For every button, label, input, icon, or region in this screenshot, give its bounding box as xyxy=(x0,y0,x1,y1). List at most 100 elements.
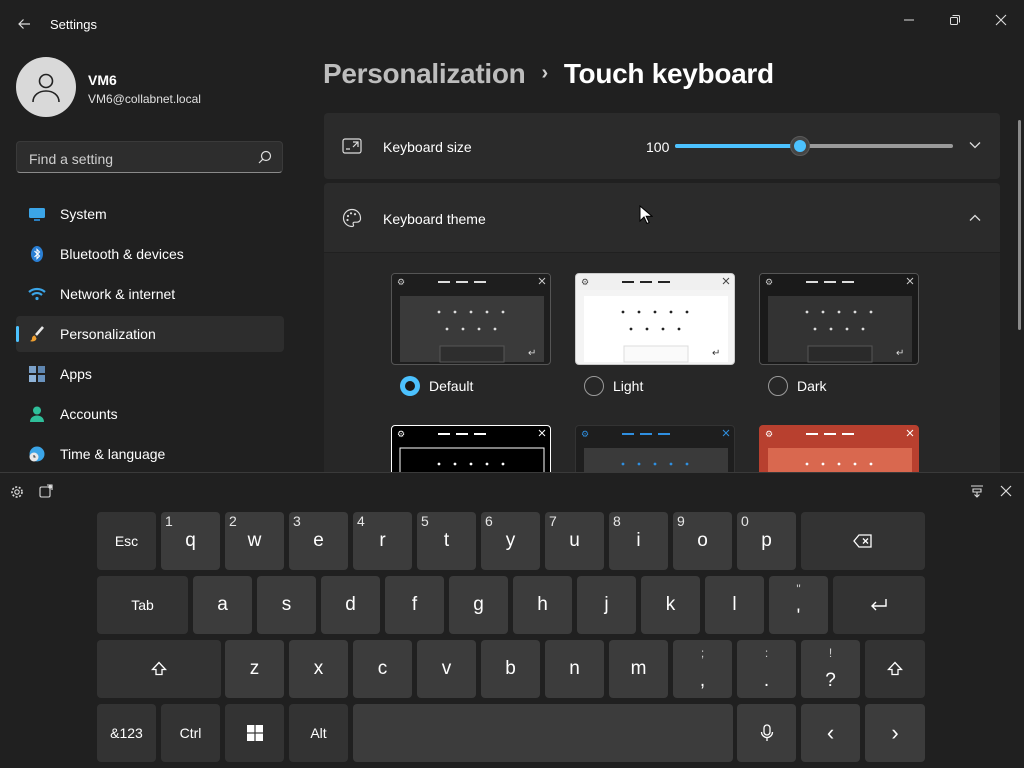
key-j[interactable]: j xyxy=(577,576,636,634)
key-left-arrow[interactable]: ‹ xyxy=(801,704,860,762)
sidebar-item-label: Bluetooth & devices xyxy=(60,246,184,262)
key-letter: b xyxy=(505,658,516,679)
radio-button[interactable] xyxy=(768,376,788,396)
close-icon xyxy=(995,14,1007,26)
theme-thumbnail-dark[interactable]: ⚙ ↵ xyxy=(759,273,919,365)
key-e[interactable]: e3 xyxy=(289,512,348,570)
close-keyboard-icon[interactable] xyxy=(996,481,1016,501)
key-w[interactable]: w2 xyxy=(225,512,284,570)
radio-button[interactable] xyxy=(400,376,420,396)
key-f[interactable]: f xyxy=(385,576,444,634)
back-button[interactable] xyxy=(12,12,36,36)
key-p[interactable]: p0 xyxy=(737,512,796,570)
theme-thumbnail-high-contrast[interactable]: ⚙ xyxy=(391,425,551,473)
key-c[interactable]: c xyxy=(353,640,412,698)
key-q[interactable]: q1 xyxy=(161,512,220,570)
key-letter: n xyxy=(569,658,580,679)
breadcrumb-parent[interactable]: Personalization xyxy=(323,58,526,89)
sidebar-item-system[interactable]: System xyxy=(16,196,284,232)
key-backspace[interactable] xyxy=(801,512,925,570)
theme-thumbnail-default[interactable]: ⚙ ↵ xyxy=(391,273,551,365)
key-y[interactable]: y6 xyxy=(481,512,540,570)
keyboard-theme-card[interactable]: Keyboard theme xyxy=(324,183,1000,252)
sidebar-item-time-language[interactable]: Time & language xyxy=(16,436,284,472)
key-tab[interactable]: Tab xyxy=(97,576,188,634)
chevron-down-icon[interactable] xyxy=(968,140,982,150)
slider-thumb[interactable] xyxy=(790,136,811,156)
sidebar-item-label: Accounts xyxy=(60,406,118,422)
sidebar-item-apps[interactable]: Apps xyxy=(16,356,284,392)
key-b[interactable]: b xyxy=(481,640,540,698)
key-symbols[interactable]: &123 xyxy=(97,704,156,762)
key-n[interactable]: n xyxy=(545,640,604,698)
key-letter: h xyxy=(537,594,548,615)
avatar[interactable] xyxy=(16,57,76,117)
key-i[interactable]: i8 xyxy=(609,512,668,570)
keyboard-size-card[interactable]: Keyboard size 100 xyxy=(324,113,1000,179)
key-punctuation[interactable]: :. xyxy=(737,640,796,698)
keyboard-preview: ⚙ ↵ xyxy=(392,274,550,363)
theme-option-light[interactable]: Light xyxy=(584,376,643,396)
key-punctuation[interactable]: " ' xyxy=(769,576,828,634)
key-letter: s xyxy=(281,594,292,615)
key-d[interactable]: d xyxy=(321,576,380,634)
user-email: VM6@collabnet.local xyxy=(88,92,201,106)
key-ctrl[interactable]: Ctrl xyxy=(161,704,220,762)
emoji-panel-icon[interactable] xyxy=(36,481,56,501)
theme-option-label: Default xyxy=(429,378,474,394)
key-enter[interactable] xyxy=(833,576,925,634)
key-punctuation[interactable]: !? xyxy=(801,640,860,698)
key-s[interactable]: s xyxy=(257,576,316,634)
scrollbar[interactable] xyxy=(1018,120,1021,330)
key-r[interactable]: r4 xyxy=(353,512,412,570)
key-z[interactable]: z xyxy=(225,640,284,698)
key-m[interactable]: m xyxy=(609,640,668,698)
theme-option-label: Dark xyxy=(797,378,827,394)
radio-button[interactable] xyxy=(584,376,604,396)
key-u[interactable]: u7 xyxy=(545,512,604,570)
key-esc[interactable]: Esc xyxy=(97,512,156,570)
backspace-icon xyxy=(853,534,873,548)
sidebar-item-accounts[interactable]: Accounts xyxy=(16,396,284,432)
key-l[interactable]: l xyxy=(705,576,764,634)
theme-thumbnail-red[interactable]: ⚙ xyxy=(759,425,919,473)
key-v[interactable]: v xyxy=(417,640,476,698)
theme-option-dark[interactable]: Dark xyxy=(768,376,827,396)
maximize-button[interactable] xyxy=(932,4,978,36)
key-h[interactable]: h xyxy=(513,576,572,634)
chevron-up-icon[interactable] xyxy=(968,213,982,223)
theme-option-default[interactable]: Default xyxy=(400,376,473,396)
search-icon[interactable] xyxy=(258,150,272,164)
search-input[interactable] xyxy=(27,148,251,170)
key-alt[interactable]: Alt xyxy=(289,704,348,762)
dock-keyboard-icon[interactable] xyxy=(967,481,987,501)
key-shift-hint: " xyxy=(796,582,801,596)
close-button[interactable] xyxy=(978,4,1024,36)
key-windows[interactable] xyxy=(225,704,284,762)
keyboard-preview: ⚙ xyxy=(397,429,546,473)
key-voice-typing[interactable] xyxy=(737,704,796,762)
minimize-button[interactable] xyxy=(886,4,932,36)
sidebar-item-network[interactable]: Network & internet xyxy=(16,276,284,312)
key-k[interactable]: k xyxy=(641,576,700,634)
search-box[interactable] xyxy=(16,141,283,173)
sidebar-item-personalization[interactable]: Personalization xyxy=(16,316,284,352)
key-t[interactable]: t5 xyxy=(417,512,476,570)
key-number-hint: 9 xyxy=(677,513,685,529)
key-right-arrow[interactable]: › xyxy=(865,704,925,762)
theme-thumbnail-blue[interactable]: ⚙ xyxy=(575,425,735,473)
key-symbol: ' xyxy=(796,606,801,627)
key-a[interactable]: a xyxy=(193,576,252,634)
key-shift[interactable] xyxy=(865,640,925,698)
keyboard-size-slider[interactable] xyxy=(675,136,953,156)
key-g[interactable]: g xyxy=(449,576,508,634)
key-shift[interactable] xyxy=(97,640,221,698)
key-space[interactable] xyxy=(353,704,733,762)
key-punctuation[interactable]: ;, xyxy=(673,640,732,698)
sidebar-item-bluetooth[interactable]: Bluetooth & devices xyxy=(16,236,284,272)
person-icon xyxy=(32,73,60,103)
key-o[interactable]: o9 xyxy=(673,512,732,570)
key-x[interactable]: x xyxy=(289,640,348,698)
settings-gear-icon[interactable] xyxy=(7,482,27,502)
theme-thumbnail-light[interactable]: ⚙ ↵ xyxy=(575,273,735,365)
